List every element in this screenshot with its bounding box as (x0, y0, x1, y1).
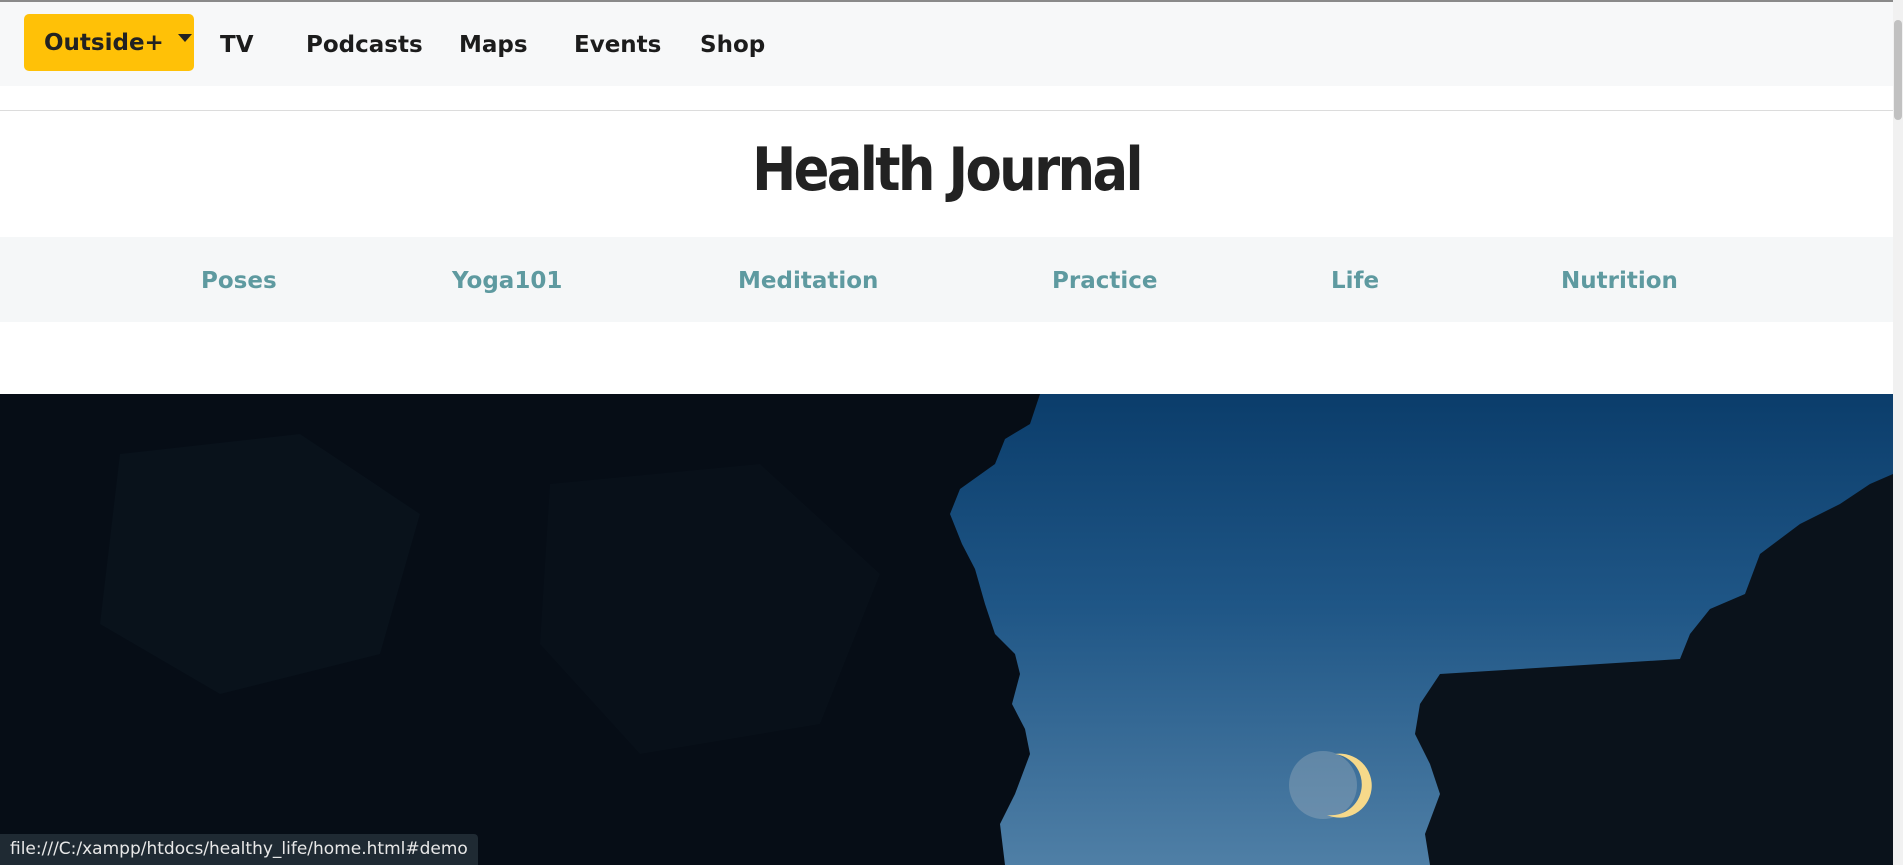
category-link-meditation[interactable]: Meditation (738, 268, 878, 294)
site-title[interactable]: Health Journal (114, 135, 1780, 205)
crescent-moon-cliffs-illustration (0, 394, 1893, 865)
page-scrollbar[interactable] (1893, 0, 1903, 865)
nav-link-events[interactable]: Events (574, 32, 661, 58)
category-navigation-bar: Poses Yoga101 Meditation Practice Life N… (0, 237, 1893, 322)
category-link-nutrition[interactable]: Nutrition (1561, 268, 1678, 294)
nav-link-maps[interactable]: Maps (459, 32, 528, 58)
nav-link-podcasts[interactable]: Podcasts (306, 32, 423, 58)
outside-plus-dropdown-button[interactable]: Outside+ (24, 14, 194, 71)
category-link-life[interactable]: Life (1331, 268, 1379, 294)
moon-glow (1289, 751, 1357, 819)
header-divider (0, 110, 1893, 111)
category-link-poses[interactable]: Poses (201, 268, 277, 294)
scrollbar-thumb[interactable] (1894, 20, 1902, 120)
browser-status-url: file:///C:/xampp/htdocs/healthy_life/hom… (0, 834, 478, 865)
category-link-practice[interactable]: Practice (1052, 268, 1157, 294)
hero-image (0, 394, 1893, 865)
chevron-down-icon (177, 33, 192, 42)
nav-link-shop[interactable]: Shop (700, 32, 765, 58)
outside-plus-label: Outside+ (44, 29, 164, 56)
category-link-yoga101[interactable]: Yoga101 (452, 268, 562, 294)
right-cliff-silhouette (1415, 474, 1893, 865)
top-navigation-bar: Outside+ TV Podcasts Maps Events Shop (0, 2, 1893, 86)
nav-link-tv[interactable]: TV (220, 32, 254, 58)
